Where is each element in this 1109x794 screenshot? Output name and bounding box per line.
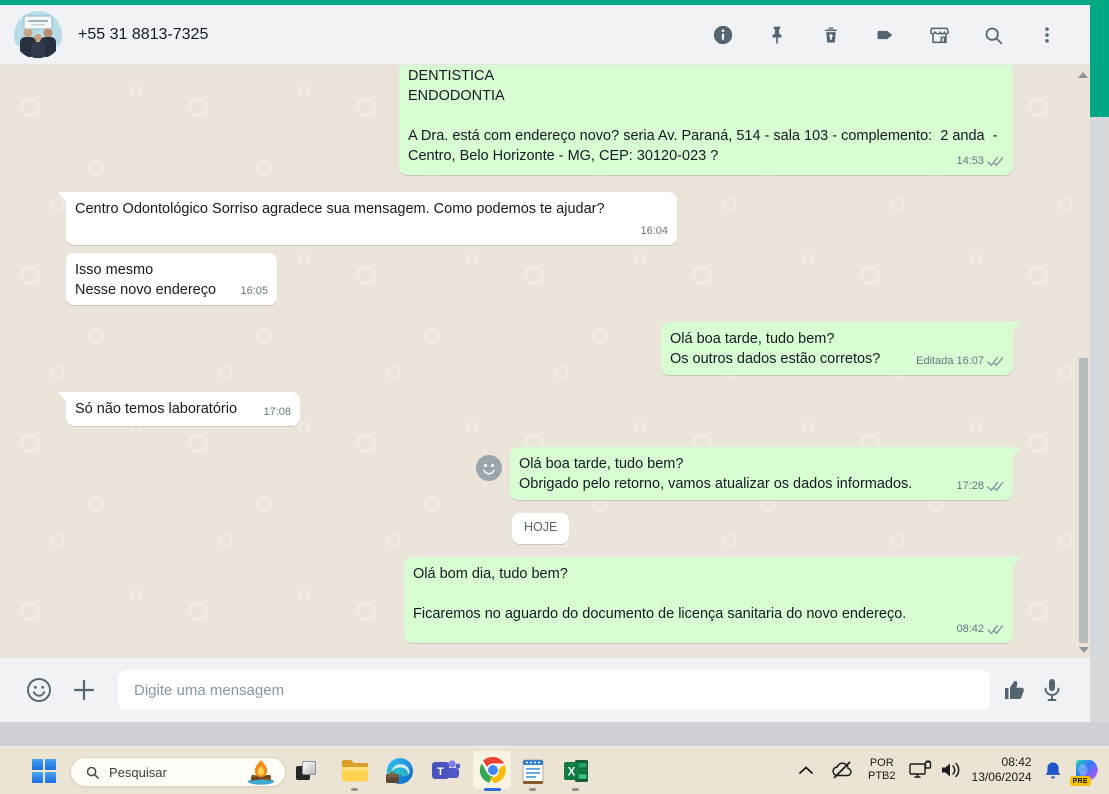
message-meta: 16:04: [640, 221, 668, 241]
notification-bell-icon[interactable]: [1044, 761, 1062, 780]
emoji-icon[interactable]: [26, 677, 52, 703]
tray-date: 13/06/2024: [971, 770, 1032, 784]
message-time: 16:04: [640, 225, 668, 237]
start-button[interactable]: [28, 758, 60, 784]
message-incoming[interactable]: Só não temos laboratório 17:08: [58, 392, 300, 426]
microphone-icon[interactable]: [1040, 677, 1064, 703]
label-icon[interactable]: [858, 5, 912, 65]
window-right-edge: [1090, 117, 1109, 722]
chrome-taskbar-button[interactable]: [472, 750, 512, 790]
running-indicator: [529, 788, 536, 791]
contact-avatar[interactable]: [14, 10, 62, 59]
language-secondary: PTB2: [868, 770, 896, 782]
system-tray: POR PTB2 08:42 13/06/2024 PRE: [790, 746, 1109, 794]
message-text: Olá bom dia, tudo bem? Ficaremos no agua…: [413, 566, 907, 622]
message-text: DENTISTICA ENDODONTIA A Dra. está com en…: [408, 68, 998, 164]
chat-header: +55 31 8813-7325: [0, 5, 1090, 65]
message-incoming[interactable]: Centro Odontológico Sorriso agradece sua…: [58, 192, 677, 245]
active-indicator: [484, 788, 501, 791]
delete-icon[interactable]: [804, 5, 858, 65]
accent-corner-block: [1090, 0, 1109, 117]
bubble-tail: [58, 192, 67, 203]
file-explorer-icon[interactable]: [339, 756, 371, 786]
message-meta: 17:28: [956, 476, 1004, 496]
message-time: 16:05: [240, 285, 268, 297]
edge-icon[interactable]: [384, 755, 416, 787]
teams-icon[interactable]: T: [429, 757, 461, 785]
search-icon: [86, 766, 99, 779]
taskbar-search[interactable]: Pesquisar: [70, 757, 286, 787]
more-options-icon[interactable]: [1020, 5, 1074, 65]
windows-logo-icon: [32, 759, 56, 783]
edited-label: Editada: [916, 355, 954, 367]
running-indicator: [351, 788, 358, 791]
app-accent-topline: [0, 0, 1109, 5]
language-indicator[interactable]: POR PTB2: [868, 757, 896, 783]
chat-scrollbar-thumb[interactable]: [1079, 358, 1088, 643]
message-time: 17:28: [956, 480, 984, 492]
info-icon[interactable]: [696, 5, 750, 65]
message-meta: 08:42: [956, 619, 1004, 639]
message-text: Isso mesmo Nesse novo endereço: [75, 262, 217, 298]
excel-icon[interactable]: X: [561, 757, 591, 785]
taskbar-search-label: Pesquisar: [109, 764, 167, 780]
message-time: 16:07: [956, 355, 984, 367]
message-meta: 14:53: [956, 151, 1004, 171]
message-incoming[interactable]: Isso mesmo Nesse novo endereço 16:05: [66, 253, 277, 305]
message-text: Centro Odontológico Sorriso agradece sua…: [75, 201, 605, 217]
message-meta: 16:05: [240, 281, 268, 301]
header-actions: [696, 5, 1074, 65]
clock[interactable]: 08:42 13/06/2024: [972, 755, 1032, 785]
message-text: Olá boa tarde, tudo bem? Obrigado pelo r…: [519, 456, 913, 492]
delivered-check-icon: [987, 356, 1004, 366]
language-primary: POR: [869, 757, 894, 769]
bubble-tail: [1012, 447, 1021, 458]
chrome-icon: [479, 756, 506, 783]
delivered-check-icon: [987, 624, 1004, 634]
tray-time: 08:42: [1001, 755, 1032, 769]
tray-chevron-up-icon[interactable]: [798, 765, 814, 775]
notepad-icon[interactable]: [518, 756, 548, 785]
campfire-highlight-icon: [248, 760, 274, 785]
copilot-icon[interactable]: PRE: [1069, 757, 1100, 786]
volume-icon[interactable]: [940, 761, 962, 779]
message-input[interactable]: [118, 670, 990, 710]
delivered-check-icon: [987, 481, 1004, 491]
svg-text:X: X: [567, 767, 575, 779]
message-list[interactable]: DENTISTICA ENDODONTIA A Dra. está com en…: [0, 65, 1090, 658]
message-time: 14:53: [956, 155, 984, 167]
message-time: 08:42: [956, 623, 984, 635]
pin-icon[interactable]: [750, 5, 804, 65]
delivered-check-icon: [987, 156, 1004, 166]
composer: [0, 658, 1090, 722]
task-view-icon[interactable]: [292, 757, 320, 785]
add-reaction-icon[interactable]: [476, 455, 502, 481]
scroll-up-icon[interactable]: [1078, 72, 1088, 78]
message-outgoing[interactable]: Olá boa tarde, tudo bem? Obrigado pelo r…: [476, 447, 1021, 500]
date-divider: HOJE: [512, 513, 570, 544]
copilot-preview-badge: PRE: [1069, 776, 1091, 786]
bubble-tail: [58, 392, 67, 403]
message-outgoing[interactable]: DENTISTICA ENDODONTIA A Dra. está com en…: [399, 65, 1013, 175]
message-time: 17:08: [263, 406, 291, 418]
bubble-tail: [1012, 557, 1021, 568]
bubble-tail: [1012, 322, 1021, 333]
svg-text:T: T: [437, 766, 444, 778]
message-outgoing[interactable]: Olá bom dia, tudo bem? Ficaremos no agua…: [404, 557, 1021, 643]
running-indicator: [572, 788, 579, 791]
contact-name[interactable]: +55 31 8813-7325: [78, 26, 208, 44]
message-meta: 17:08: [263, 402, 291, 422]
message-meta: Editada 16:07: [916, 351, 1004, 371]
window-bottom-edge: [0, 722, 1109, 746]
message-text: Só não temos laboratório: [75, 401, 238, 417]
network-icon[interactable]: [908, 760, 932, 780]
thumbs-up-icon[interactable]: [1002, 678, 1028, 702]
search-icon[interactable]: [966, 5, 1020, 65]
message-outgoing[interactable]: Olá boa tarde, tudo bem? Os outros dados…: [661, 322, 1021, 375]
storefront-icon[interactable]: [912, 5, 966, 65]
onedrive-paused-icon[interactable]: [830, 760, 854, 780]
attach-plus-icon[interactable]: [72, 678, 96, 702]
scroll-down-icon[interactable]: [1079, 647, 1089, 653]
